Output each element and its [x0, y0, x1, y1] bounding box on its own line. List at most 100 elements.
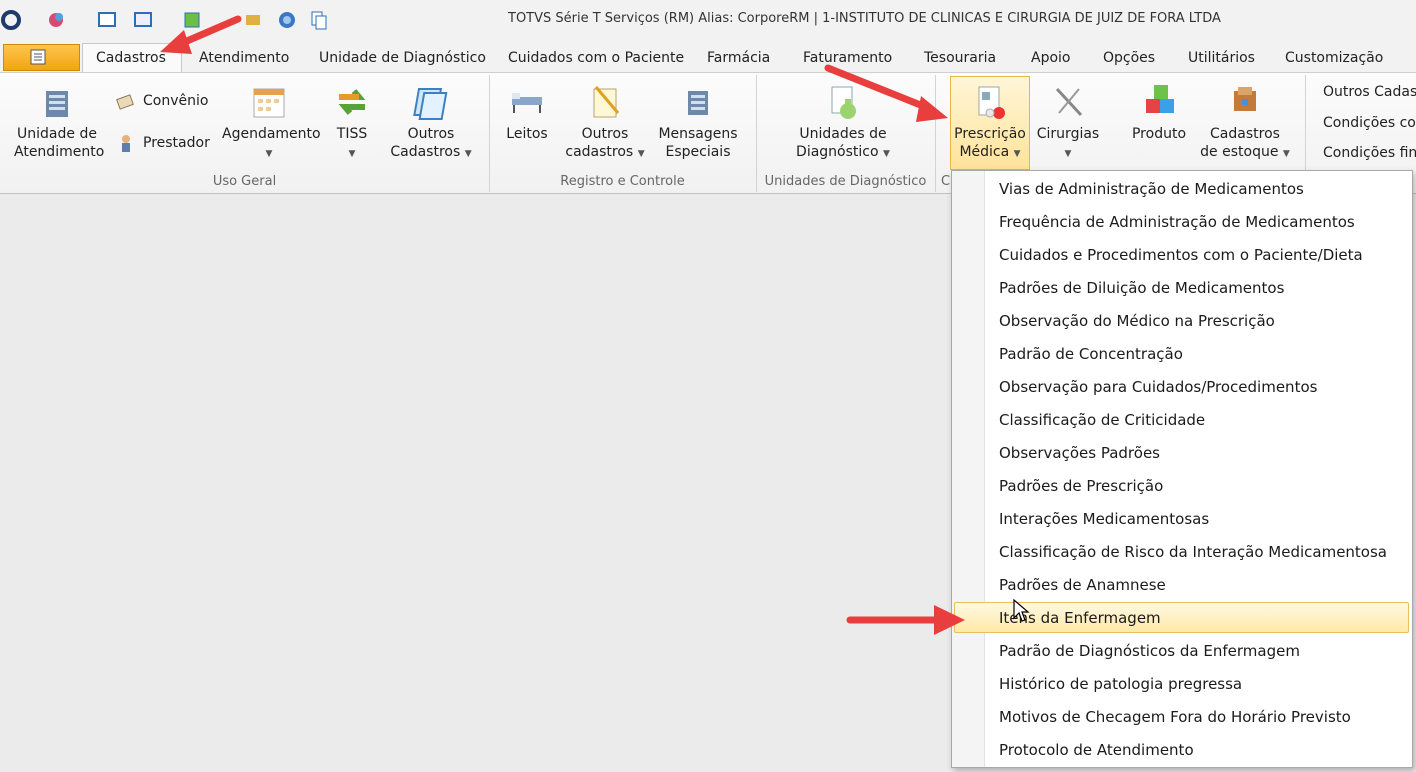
outros-cadastros-partial[interactable]: Outros Cadast — [1323, 84, 1416, 100]
produto-button[interactable]: Produto — [1128, 83, 1190, 143]
condicoes-partial-1[interactable]: Condições con — [1323, 115, 1416, 131]
group-separator — [935, 75, 936, 192]
dropdown-arrow-icon: ▼ — [1064, 149, 1072, 159]
menu-item[interactable]: Observação para Cuidados/Procedimentos — [999, 377, 1317, 397]
outros-registro-label-line1: Outros — [581, 126, 629, 142]
prescricao-label-line2: Médica — [959, 144, 1010, 160]
bed-icon — [512, 93, 542, 113]
mensagens-label-line1: Mensagens — [658, 126, 738, 142]
menu-item[interactable]: Protocolo de Atendimento — [999, 740, 1194, 760]
unidade-de-atendimento-button[interactable]: Unidade de Atendimento — [14, 83, 104, 161]
menu-item[interactable]: Vias de Administração de Medicamentos — [999, 179, 1304, 199]
prescricao-medica-button[interactable]: Prescrição Médica ▼ — [950, 83, 1030, 163]
dropdown-arrow-icon: ▼ — [883, 149, 890, 159]
menu-icon — [30, 49, 46, 65]
dropdown-arrow-icon: ▼ — [1282, 149, 1290, 159]
menu-item[interactable]: Padrão de Diagnósticos da Enfermagem — [999, 641, 1300, 661]
tab-atendimento[interactable]: Atendimento — [199, 46, 289, 70]
window-icon[interactable] — [97, 10, 117, 30]
menu-icon-strip — [952, 171, 985, 767]
lab-document-icon — [831, 86, 856, 119]
tab-utilitarios[interactable]: Utilitários — [1188, 46, 1255, 70]
dropdown-arrow-icon: ▼ — [1013, 149, 1021, 159]
menu-item[interactable]: Classificação de Risco da Interação Medi… — [999, 542, 1387, 562]
modules-icon[interactable] — [46, 10, 66, 30]
surgical-tools-icon — [1055, 87, 1083, 117]
mensagens-especiais-button[interactable]: Mensagens Especiais — [656, 83, 740, 161]
group-label-partial: C — [941, 174, 951, 189]
unidades-diag-label-line1: Unidades de — [799, 126, 887, 142]
menu-item[interactable]: Padrões de Anamnese — [999, 575, 1166, 595]
cubes-icon — [1146, 85, 1174, 113]
tab-apoio[interactable]: Apoio — [1031, 46, 1070, 70]
tab-faturamento[interactable]: Faturamento — [803, 46, 892, 70]
menu-item[interactable]: Histórico de patologia pregressa — [999, 674, 1242, 694]
cadastros-estoque-label-line2: de estoque — [1200, 144, 1279, 160]
copy-icon[interactable] — [309, 10, 329, 30]
menu-item[interactable]: Frequência de Administração de Medicamen… — [999, 212, 1355, 232]
leitos-button[interactable]: Leitos — [503, 83, 551, 143]
menu-item[interactable]: Padrão de Concentração — [999, 344, 1183, 364]
app-logo-icon[interactable] — [0, 9, 22, 31]
group-label-unidades-de-diagnostico: Unidades de Diagnóstico — [764, 174, 927, 189]
produto-label: Produto — [1131, 126, 1187, 142]
group-label-uso-geral: Uso Geral — [212, 174, 277, 189]
cirurgias-label: Cirurgias — [1036, 126, 1100, 142]
outros-registro-label-line2: cadastros — [565, 144, 634, 160]
tab-unidade-de-diagnostico[interactable]: Unidade de Diagnóstico — [319, 46, 486, 70]
menu-item[interactable]: Cuidados e Procedimentos com o Paciente/… — [999, 245, 1363, 265]
mensagens-label-line2: Especiais — [665, 144, 731, 160]
tiss-button[interactable]: TISS ▼ — [330, 83, 374, 163]
prescricao-label-line1: Prescrição — [954, 126, 1026, 142]
unidades-diag-label-line2: Diagnóstico — [796, 144, 879, 160]
menu-item[interactable]: Observações Padrões — [999, 443, 1160, 463]
menu-item[interactable]: Observação do Médico na Prescrição — [999, 311, 1275, 331]
layout-icon[interactable] — [133, 10, 153, 30]
unidades-de-diagnostico-button[interactable]: Unidades de Diagnóstico ▼ — [790, 83, 896, 163]
unidade-label-line1: Unidade de — [17, 126, 97, 142]
dropdown-arrow-icon: ▼ — [637, 149, 645, 159]
outros-label-line2: Cadastros — [390, 144, 461, 160]
window-title: TOTVS Série T Serviços (RM) Alias: Corpo… — [508, 11, 1221, 26]
menu-item[interactable]: Interações Medicamentosas — [999, 509, 1209, 529]
tab-cadastros[interactable]: Cadastros — [96, 46, 166, 70]
group-label-registro-e-controle: Registro e Controle — [560, 174, 685, 189]
cadastros-de-estoque-button[interactable]: Cadastros de estoque ▼ — [1198, 83, 1292, 163]
building-icon — [46, 91, 68, 117]
tab-customizacao[interactable]: Customização — [1285, 46, 1383, 70]
cirurgias-button[interactable]: Cirurgias ▼ — [1036, 83, 1100, 163]
tab-farmacia[interactable]: Farmácia — [707, 46, 770, 70]
unidade-label-line2: Atendimento — [14, 144, 105, 160]
convenio-button[interactable]: Convênio — [143, 93, 208, 109]
boxes-icon — [1234, 87, 1256, 111]
menu-item[interactable]: Classificação de Criticidade — [999, 410, 1205, 430]
application-menu-button[interactable] — [3, 44, 80, 71]
menu-item[interactable]: Padrões de Diluição de Medicamentos — [999, 278, 1284, 298]
tab-tesouraria[interactable]: Tesouraria — [924, 46, 996, 70]
outros-cadastros-button[interactable]: Outros Cadastros ▼ — [385, 83, 477, 163]
folders-icon — [413, 88, 448, 120]
agendamento-button[interactable]: Agendamento ▼ — [222, 83, 321, 163]
prestador-button[interactable]: Prestador — [143, 135, 210, 151]
outros-cadastros-registro-button[interactable]: Outros cadastros ▼ — [561, 83, 649, 163]
menu-item[interactable]: Motivos de Checagem Fora do Horário Prev… — [999, 707, 1351, 727]
dropdown-arrow-icon: ▼ — [348, 149, 356, 159]
tab-cuidados-com-o-paciente[interactable]: Cuidados com o Paciente — [508, 46, 684, 70]
exit-icon[interactable] — [183, 10, 203, 30]
leitos-label: Leitos — [506, 126, 548, 142]
notepad-pencil-icon — [593, 86, 620, 118]
calendar-icon — [253, 88, 285, 118]
card-icon — [116, 94, 134, 110]
globe-icon[interactable] — [277, 10, 297, 30]
outros-label-line1: Outros — [407, 126, 455, 142]
mouse-cursor-icon — [1013, 598, 1030, 622]
tiss-label: TISS — [336, 126, 368, 142]
dropdown-arrow-icon: ▼ — [464, 149, 472, 159]
menu-item[interactable]: Padrões de Prescrição — [999, 476, 1163, 496]
agendamento-label: Agendamento — [222, 126, 321, 142]
condicoes-partial-2[interactable]: Condições fina — [1323, 145, 1416, 161]
cadastros-estoque-label-line1: Cadastros — [1210, 126, 1280, 142]
person-icon — [122, 135, 130, 152]
tab-opcoes[interactable]: Opções — [1103, 46, 1155, 70]
tools-icon[interactable] — [243, 10, 263, 30]
